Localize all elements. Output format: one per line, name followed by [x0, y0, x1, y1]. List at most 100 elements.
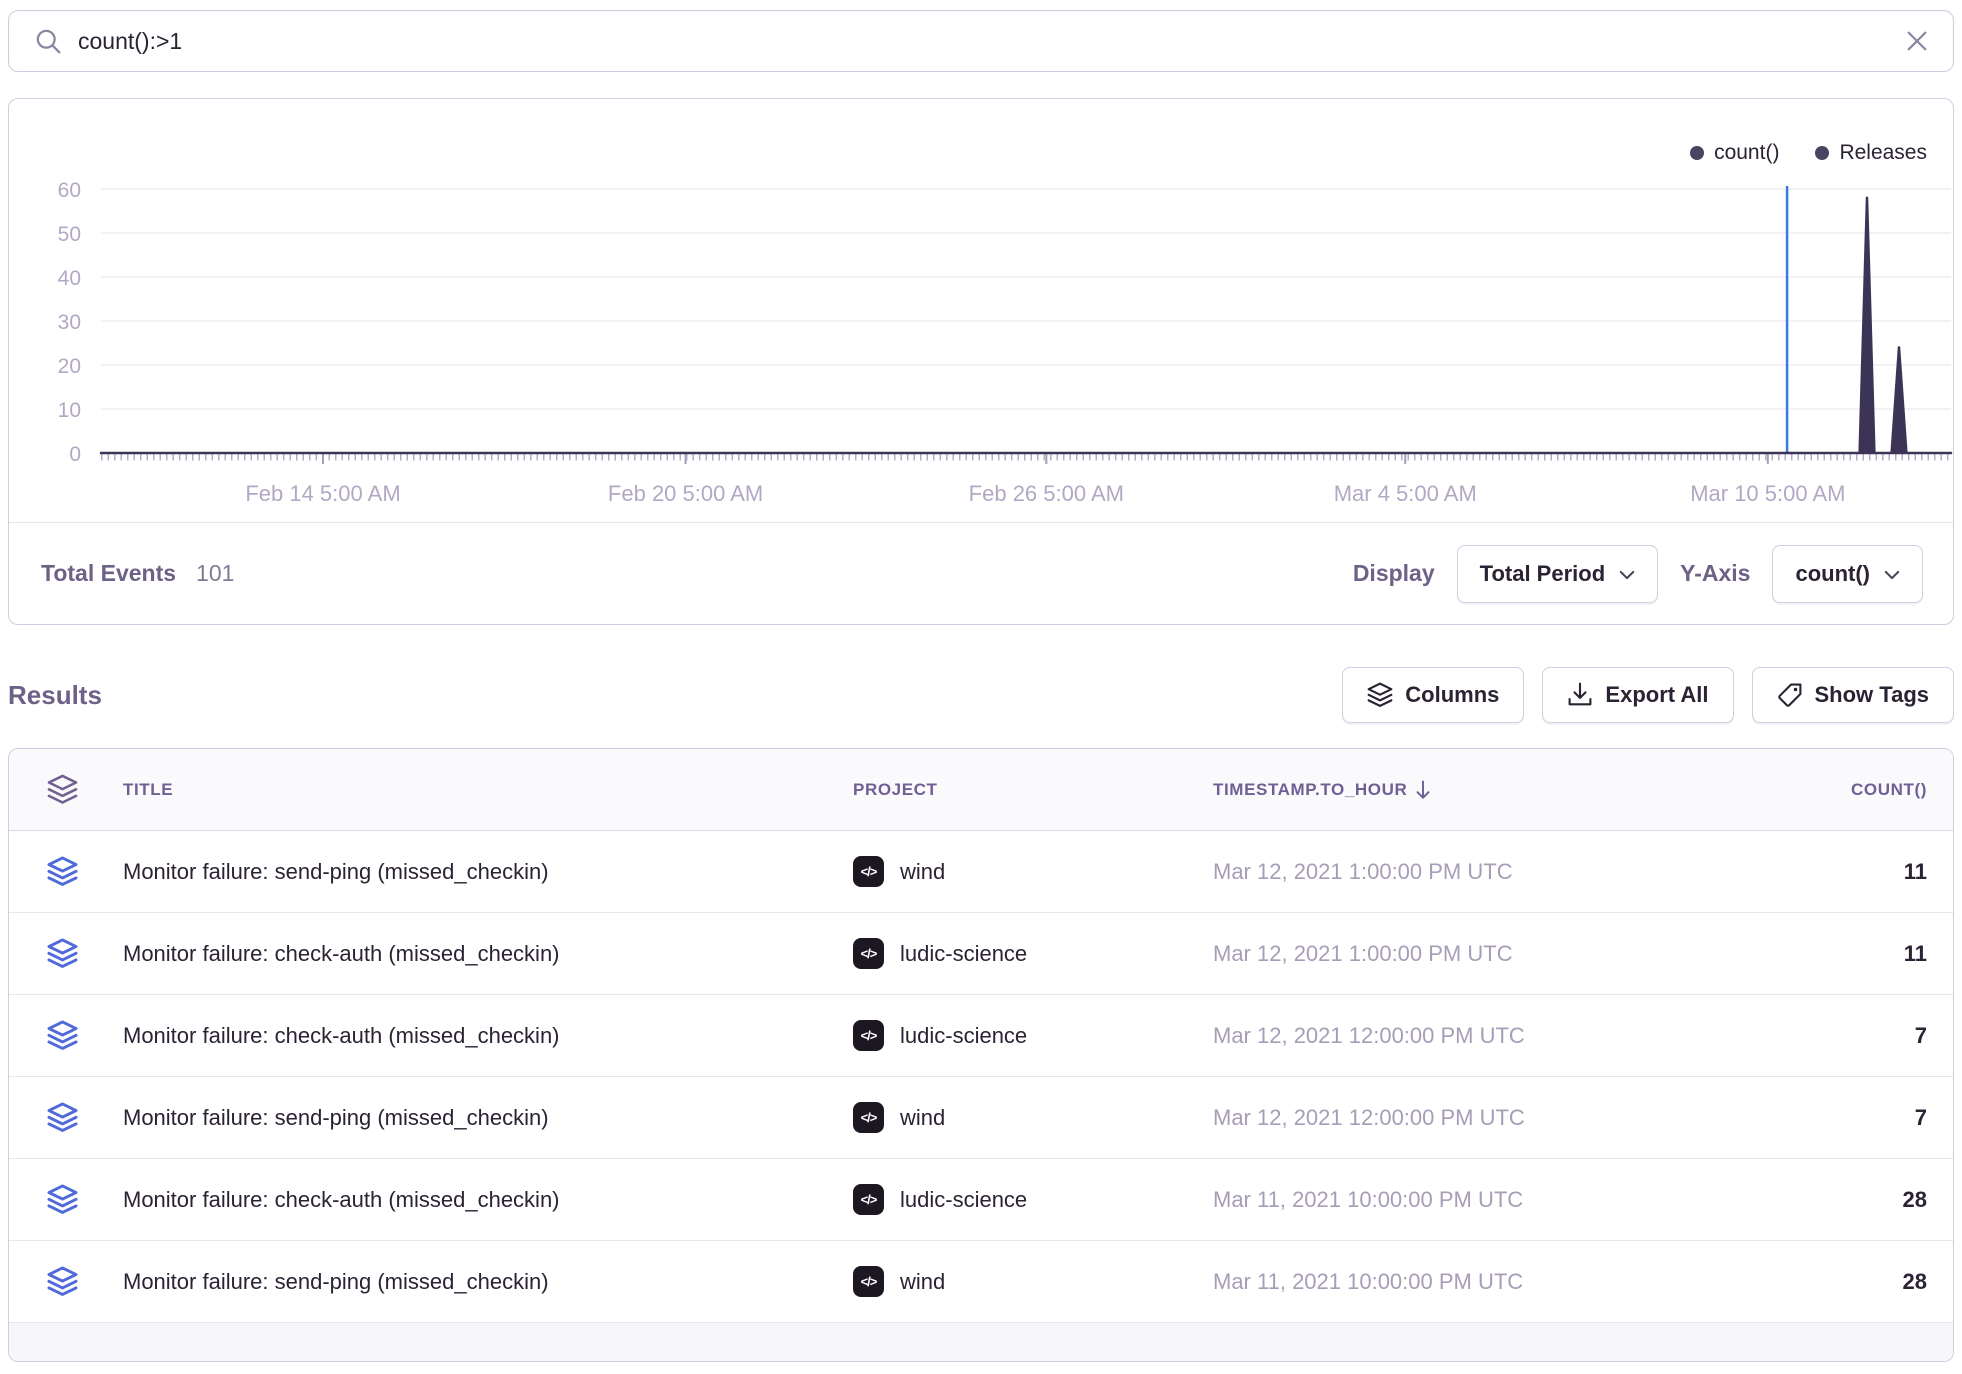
results-buttons: Columns Export All Show Tags: [1342, 667, 1954, 723]
chevron-down-icon: [1884, 570, 1900, 580]
table-header-row: TITLE PROJECT TIMESTAMP.TO_HOUR COUNT(): [9, 749, 1953, 831]
project-name: wind: [900, 1105, 945, 1131]
clear-search-button[interactable]: [1905, 29, 1929, 53]
results-table: TITLE PROJECT TIMESTAMP.TO_HOUR COUNT() …: [8, 748, 1954, 1362]
svg-text:50: 50: [58, 223, 81, 246]
chart-footer: Total Events 101 Display Total Period Y-…: [9, 522, 1953, 624]
legend-label: count(): [1714, 141, 1779, 165]
stack-icon: [47, 1184, 78, 1215]
timestamp-cell: Mar 12, 2021 1:00:00 PM UTC: [1205, 859, 1645, 885]
tag-icon: [1777, 682, 1803, 708]
project-cell: </> wind: [845, 1102, 1205, 1133]
svg-text:Feb 20 5:00 AM: Feb 20 5:00 AM: [608, 481, 763, 506]
project-cell: </> wind: [845, 1266, 1205, 1297]
project-name: ludic-science: [900, 1187, 1027, 1213]
total-events: Total Events 101: [41, 560, 234, 587]
yaxis-label: Y-Axis: [1680, 560, 1750, 587]
download-icon: [1567, 682, 1593, 708]
chart-canvas: 0102030405060Feb 14 5:00 AMFeb 20 5:00 A…: [9, 99, 1953, 523]
legend-item-releases[interactable]: Releases: [1815, 141, 1927, 165]
timestamp-cell: Mar 12, 2021 12:00:00 PM UTC: [1205, 1105, 1645, 1131]
event-title[interactable]: Monitor failure: check-auth (missed_chec…: [115, 1187, 845, 1213]
sort-desc-arrow-icon: [1413, 779, 1433, 801]
display-label: Display: [1353, 560, 1435, 587]
chevron-down-icon: [1619, 570, 1635, 580]
columns-button[interactable]: Columns: [1342, 667, 1524, 723]
events-chart: 0102030405060Feb 14 5:00 AMFeb 20 5:00 A…: [9, 99, 1953, 523]
count-cell: 11: [1645, 941, 1953, 967]
count-cell: 7: [1645, 1105, 1953, 1131]
event-title[interactable]: Monitor failure: check-auth (missed_chec…: [115, 1023, 845, 1049]
display-dropdown[interactable]: Total Period: [1457, 545, 1659, 603]
column-header-title[interactable]: TITLE: [115, 780, 845, 800]
table-row[interactable]: Monitor failure: send-ping (missed_check…: [9, 831, 1953, 913]
column-header-timestamp-label: TIMESTAMP.TO_HOUR: [1213, 780, 1407, 800]
timestamp-cell: Mar 12, 2021 12:00:00 PM UTC: [1205, 1023, 1645, 1049]
legend-item-count[interactable]: count(): [1690, 141, 1779, 165]
export-all-button[interactable]: Export All: [1542, 667, 1733, 723]
svg-text:Feb 14 5:00 AM: Feb 14 5:00 AM: [245, 481, 400, 506]
yaxis-dropdown[interactable]: count(): [1772, 545, 1923, 603]
column-header-count[interactable]: COUNT(): [1645, 780, 1953, 800]
timestamp-cell: Mar 11, 2021 10:00:00 PM UTC: [1205, 1269, 1645, 1295]
svg-text:Feb 26 5:00 AM: Feb 26 5:00 AM: [969, 481, 1124, 506]
yaxis-dropdown-value: count(): [1795, 561, 1870, 587]
columns-button-label: Columns: [1405, 682, 1499, 708]
column-header-project[interactable]: PROJECT: [845, 780, 1205, 800]
search-bar: [8, 10, 1954, 72]
svg-text:10: 10: [58, 399, 81, 422]
stack-icon: [47, 1266, 78, 1297]
project-cell: </> ludic-science: [845, 1020, 1205, 1051]
stack-icon[interactable]: [47, 774, 78, 805]
stack-icon: [47, 1020, 78, 1051]
event-title[interactable]: Monitor failure: send-ping (missed_check…: [115, 1269, 845, 1295]
platform-code-icon: </>: [853, 1266, 884, 1297]
project-name: ludic-science: [900, 941, 1027, 967]
total-events-label: Total Events: [41, 560, 176, 587]
project-cell: </> ludic-science: [845, 1184, 1205, 1215]
legend-dot-icon: [1815, 146, 1829, 160]
total-events-value: 101: [196, 560, 234, 587]
svg-text:40: 40: [58, 267, 81, 290]
results-header: Results Columns Export All Show Tags: [8, 667, 1954, 723]
svg-text:20: 20: [58, 355, 81, 378]
search-input[interactable]: [78, 11, 1905, 71]
table-row[interactable]: Monitor failure: send-ping (missed_check…: [9, 1241, 1953, 1323]
show-tags-button-label: Show Tags: [1815, 682, 1930, 708]
table-row[interactable]: Monitor failure: check-auth (missed_chec…: [9, 1159, 1953, 1241]
column-header-timestamp[interactable]: TIMESTAMP.TO_HOUR: [1205, 779, 1645, 801]
results-heading: Results: [8, 680, 102, 711]
event-title[interactable]: Monitor failure: send-ping (missed_check…: [115, 859, 845, 885]
project-cell: </> wind: [845, 856, 1205, 887]
event-title[interactable]: Monitor failure: send-ping (missed_check…: [115, 1105, 845, 1131]
table-row[interactable]: Monitor failure: send-ping (missed_check…: [9, 1077, 1953, 1159]
count-cell: 28: [1645, 1269, 1953, 1295]
layers-icon: [1367, 682, 1393, 708]
show-tags-button[interactable]: Show Tags: [1752, 667, 1955, 723]
project-name: wind: [900, 1269, 945, 1295]
table-row[interactable]: Monitor failure: check-auth (missed_chec…: [9, 913, 1953, 995]
legend-label: Releases: [1839, 141, 1927, 165]
svg-text:30: 30: [58, 311, 81, 334]
table-row[interactable]: Monitor failure: check-auth (missed_chec…: [9, 995, 1953, 1077]
search-icon: [35, 28, 62, 55]
table-footer-strip: [9, 1323, 1953, 1362]
count-cell: 7: [1645, 1023, 1953, 1049]
export-all-button-label: Export All: [1605, 682, 1708, 708]
project-name: ludic-science: [900, 1023, 1027, 1049]
event-title[interactable]: Monitor failure: check-auth (missed_chec…: [115, 941, 845, 967]
platform-code-icon: </>: [853, 1020, 884, 1051]
stack-icon: [47, 856, 78, 887]
svg-text:Mar 10 5:00 AM: Mar 10 5:00 AM: [1690, 481, 1845, 506]
table-body: Monitor failure: send-ping (missed_check…: [9, 831, 1953, 1323]
count-cell: 11: [1645, 859, 1953, 885]
timestamp-cell: Mar 11, 2021 10:00:00 PM UTC: [1205, 1187, 1645, 1213]
legend-dot-icon: [1690, 146, 1704, 160]
display-dropdown-value: Total Period: [1480, 561, 1606, 587]
close-icon: [1905, 29, 1929, 53]
events-chart-panel: count() Releases 0102030405060Feb 14 5:0…: [8, 98, 1954, 625]
chart-legend: count() Releases: [1690, 141, 1927, 165]
platform-code-icon: </>: [853, 1184, 884, 1215]
svg-text:0: 0: [69, 443, 81, 466]
stack-icon: [47, 1102, 78, 1133]
